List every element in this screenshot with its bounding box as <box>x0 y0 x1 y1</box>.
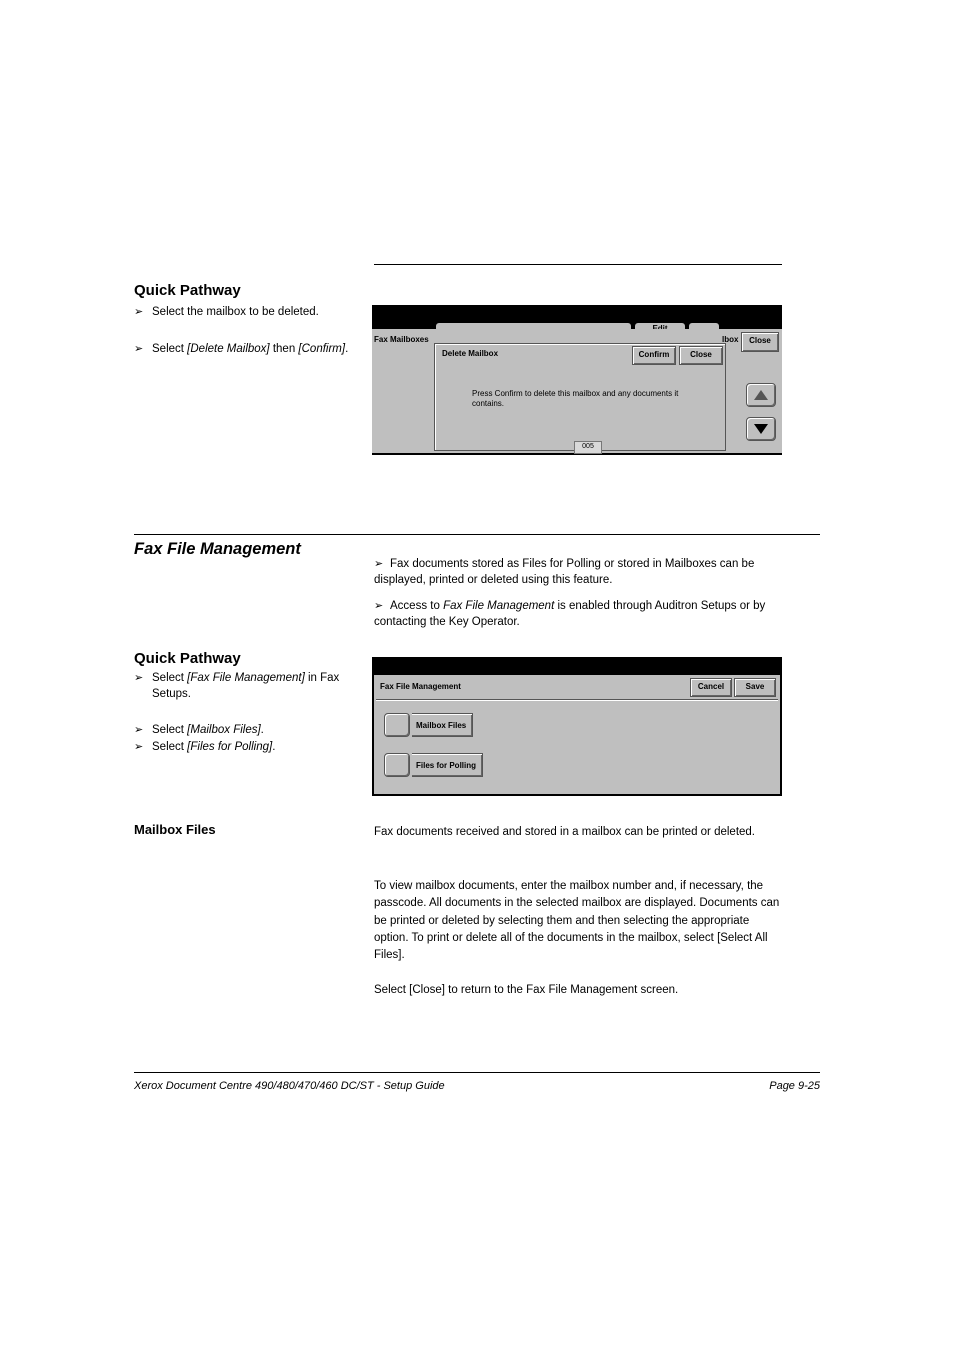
bullet-glyph: ➢ <box>134 305 144 320</box>
bullet-glyph: ➢ <box>134 671 144 686</box>
bullet-glyph: ➢ <box>134 740 144 755</box>
qb3c: . <box>272 741 275 753</box>
mailbox-files-para-1: Fax documents received and stored in a m… <box>374 824 782 841</box>
b2-a: Select <box>152 343 187 355</box>
bullet-text: Select [Delete Mailbox] then [Confirm]. <box>152 342 356 358</box>
triangle-down-icon <box>754 424 768 434</box>
option-label: Mailbox Files <box>412 713 473 737</box>
option-button-icon <box>384 713 410 737</box>
option-files-for-polling[interactable]: Files for Polling <box>384 753 483 777</box>
fax-mailboxes-label: Fax Mailboxes <box>374 335 429 344</box>
screenshot-delete-mailbox: Edit Fax Mailboxes lbox Close Delete Mai… <box>372 305 782 455</box>
screenshot-fax-file-management: Fax File Management Cancel Save Mailbox … <box>372 657 782 796</box>
close-button[interactable]: Close <box>679 346 723 365</box>
save-button[interactable]: Save <box>734 678 776 697</box>
p2b: Fax File Management <box>443 600 554 612</box>
bullet-glyph: ➢ <box>134 342 144 357</box>
qb1b: [Fax File Management] <box>187 672 305 684</box>
section2-para-2: ➢Access to Fax File Management is enable… <box>374 598 782 630</box>
para-text: Fax documents stored as Files for Pollin… <box>374 558 754 586</box>
mailbox-files-para-2: To view mailbox documents, enter the mai… <box>374 878 782 964</box>
delete-mailbox-title: Delete Mailbox <box>442 349 498 358</box>
section-title-fax-file-management: Fax File Management <box>134 540 301 559</box>
b2-b: [Delete Mailbox] <box>187 343 269 355</box>
bullet-text: Select the mailbox to be deleted. <box>152 305 354 321</box>
footer-left: Xerox Document Centre 490/480/470/460 DC… <box>134 1080 445 1092</box>
fax-mailboxes-close-button[interactable]: Close <box>741 332 779 352</box>
section2-para-1: ➢Fax documents stored as Files for Polli… <box>374 556 782 588</box>
bullet-text: Select [Mailbox Files]. <box>152 723 356 739</box>
bullet-glyph: ➢ <box>374 557 384 572</box>
option-label-text: Mailbox Files <box>416 721 466 730</box>
b2-c: then <box>270 343 299 355</box>
quick-pathway-2-bullet-1: ➢ Select [Fax File Management] in Fax Se… <box>134 671 356 702</box>
qb2c: . <box>261 724 264 736</box>
mailbox-files-para-3: Select [Close] to return to the Fax File… <box>374 982 782 999</box>
cancel-button[interactable]: Cancel <box>690 678 732 697</box>
quick-pathway-2-bullet-2: ➢ Select [Mailbox Files]. <box>134 723 356 739</box>
divider <box>376 699 778 700</box>
section-divider <box>134 534 820 535</box>
option-label-text: Files for Polling <box>416 761 476 770</box>
triangle-up-icon <box>754 390 768 400</box>
rule-top <box>374 264 782 265</box>
subsection-title-mailbox-files: Mailbox Files <box>134 822 216 837</box>
b2-e: . <box>345 343 348 355</box>
bullet-text: Select [Fax File Management] in Fax Setu… <box>152 671 356 702</box>
scroll-down-button[interactable] <box>746 417 776 441</box>
option-label: Files for Polling <box>412 753 483 777</box>
scroll-up-button[interactable] <box>746 383 776 407</box>
qb2a: Select <box>152 724 187 736</box>
qb3b: [Files for Polling] <box>187 741 272 753</box>
p2a: Access to <box>390 600 443 612</box>
footer-right: Page 9-25 <box>769 1080 820 1092</box>
confirm-button[interactable]: Confirm <box>632 346 676 365</box>
quick-pathway-1-bullet-1: ➢ Select the mailbox to be deleted. <box>134 305 354 321</box>
bullet-glyph: ➢ <box>134 723 144 738</box>
quick-pathway-1-bullet-2: ➢ Select [Delete Mailbox] then [Confirm]… <box>134 342 356 358</box>
b2-d: [Confirm] <box>298 343 345 355</box>
qb2b: [Mailbox Files] <box>187 724 261 736</box>
option-mailbox-files[interactable]: Mailbox Files <box>384 713 473 737</box>
qb3a: Select <box>152 741 187 753</box>
footer-divider <box>134 1072 820 1073</box>
bullet-glyph: ➢ <box>374 599 384 614</box>
option-button-icon <box>384 753 410 777</box>
fax-file-management-title: Fax File Management <box>380 682 461 691</box>
qb1a: Select <box>152 672 187 684</box>
bullet-text: Select [Files for Polling]. <box>152 740 356 756</box>
quick-pathway-heading-1: Quick Pathway <box>134 282 241 299</box>
quick-pathway-2-bullet-3: ➢ Select [Files for Polling]. <box>134 740 356 756</box>
list-row-number: 005 <box>574 441 602 454</box>
delete-mailbox-message: Press Confirm to delete this mailbox and… <box>472 389 702 409</box>
quick-pathway-heading-2: Quick Pathway <box>134 650 241 667</box>
